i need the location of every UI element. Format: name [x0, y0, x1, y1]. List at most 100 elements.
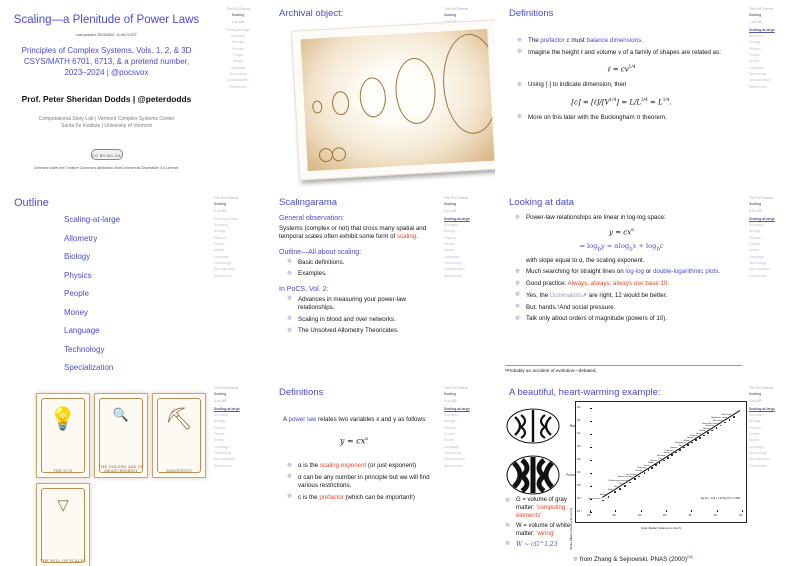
- nav-item-references[interactable]: References: [444, 463, 492, 469]
- emphasis-base-10: Always, always, always use base 10.: [568, 280, 669, 287]
- outline-item-biology[interactable]: Biology: [64, 252, 207, 261]
- nav-item-references[interactable]: References: [444, 273, 492, 279]
- nav-item-references[interactable]: References: [214, 84, 262, 90]
- brain-label-puma: Puma: [566, 473, 575, 477]
- card-caption: THE WILL OF SCALES: [37, 559, 89, 563]
- card-manifesto[interactable]: ⛏ MANIFESTO: [152, 393, 206, 478]
- chart-y-tick: 10²: [577, 458, 581, 461]
- term-power-law: power law: [289, 416, 317, 423]
- list-item: ❊But: hands.¹And social pressure.: [515, 304, 742, 312]
- slide-definitions-dimensions: The PoCSverse Scaling 7 of 183 Scaling-a…: [495, 0, 800, 189]
- bullet-list-main: ❊Power-law relationships are linear in l…: [515, 214, 742, 222]
- chart-x-tick: 10³: [663, 514, 667, 517]
- nav-item-references[interactable]: References: [749, 463, 797, 469]
- card-caption: THE SUN: [37, 469, 89, 473]
- list-item: ❊ Much searching for straight lines on l…: [515, 268, 742, 276]
- chart-point: [687, 444, 689, 446]
- chart-point: [614, 491, 616, 493]
- card-will-of-scales[interactable]: ▽ THE WILL OF SCALES: [36, 483, 90, 566]
- text-a: Good practice:: [526, 280, 568, 287]
- equation-white-gray: W ~ cG^1.23: [516, 541, 558, 548]
- deck-title: Scaling—a Plenitude of Power Laws: [6, 14, 207, 26]
- brain-outline-icon: [505, 407, 561, 445]
- card-golden-axe[interactable]: 🔍 THE GOLDEN AXE OF MEASUREMENT: [94, 393, 148, 478]
- slide-heading: Archival object:: [279, 8, 437, 19]
- chart-point-label: Pygmy shrew: [588, 498, 600, 500]
- bullet-icon: ❊: [515, 292, 520, 300]
- chart-point-label: Pig: [679, 445, 682, 447]
- slide-heading: A beautiful, heart-warming example:: [509, 387, 742, 398]
- list-item: ❊Examples.: [287, 270, 437, 278]
- outline-item-physics[interactable]: Physics: [64, 271, 207, 280]
- text-c: (which can be important!): [344, 494, 415, 501]
- chart-point: [691, 442, 693, 444]
- author-name: Prof. Peter Sheridan Dodds | @peterdodds: [6, 94, 207, 104]
- outline-item-money[interactable]: Money: [64, 308, 207, 317]
- outline-item-allometry[interactable]: Allometry: [64, 234, 207, 243]
- chart-y-tickmark: [590, 421, 592, 422]
- funnel-icon: ▽: [37, 498, 89, 513]
- link-dozenalists[interactable]: Dozenalists: [550, 292, 582, 299]
- bullet-icon: ❊: [287, 271, 292, 279]
- card-caption: THE GOLDEN AXE OF MEASUREMENT: [95, 465, 147, 473]
- chart-point-label: Baboon: [670, 447, 677, 449]
- chart-y-tick: 10⁻¹: [577, 497, 582, 500]
- chart-point-label: False killer whale: [702, 423, 718, 425]
- slide-looking-at-data: The PoCSverse Scaling 8 of 183 Scaling-a…: [495, 189, 800, 379]
- card-the-sun[interactable]: 💡 THE SUN: [36, 393, 90, 478]
- outline-item-scaling-at-large[interactable]: Scaling-at-large: [64, 215, 207, 224]
- chart-y-tick: 10⁻²: [577, 510, 582, 513]
- list-item: ❊ c is the prefactor (which can be impor…: [287, 494, 437, 502]
- list-item: ❊ G = volume of gray matter: 'computing …: [505, 497, 577, 521]
- bullet-icon: ❊: [505, 523, 510, 531]
- chart-x-tickmark: [742, 510, 743, 512]
- bullet-icon: ❊: [517, 114, 522, 122]
- nav-item-references[interactable]: References: [214, 463, 262, 469]
- lightbulb-icon: 💡: [37, 408, 89, 430]
- text-c: or: [644, 268, 653, 275]
- fit-annotation: log W = -1.23 + 1.23 log G R = 0.998: [701, 497, 740, 500]
- slide-archival-object: The PoCSverse Scaling 4 of 183 Scaling-a…: [265, 0, 495, 189]
- chart-point-label: Bat: [614, 486, 617, 488]
- chart-point: [724, 422, 726, 424]
- chart-point-label: Dolphin: [690, 435, 697, 437]
- outline-item-people[interactable]: People: [64, 289, 207, 298]
- text-c: (or just exponent): [366, 462, 416, 469]
- slide-heading: Looking at data: [509, 197, 742, 208]
- item-label: Talk only about orders of magnitude (pow…: [526, 315, 667, 322]
- outline-item-language[interactable]: Language: [64, 326, 207, 335]
- bullet-icon: ❊: [287, 494, 292, 502]
- item-label: The Unsolved Allometry Theoricides.: [298, 327, 399, 334]
- item-label: Scaling in blood and river networks.: [298, 316, 396, 323]
- text-c: are right, 12 would be better.: [587, 292, 667, 299]
- equation-height-volume: ℓ = cv1/4: [501, 64, 742, 73]
- chart-point-label: Galago: [635, 470, 642, 472]
- chart-point: [624, 485, 626, 487]
- chart-point: [675, 452, 677, 454]
- creative-commons-badge-icon[interactable]: CC BY-NC-SA: [91, 149, 123, 160]
- course-line-1: Principles of Complex Systems, Vols. 1, …: [6, 45, 207, 56]
- chart-x-tickmark: [717, 510, 718, 512]
- bullet-icon: ❊: [515, 304, 520, 312]
- list-item: ❊ Good practice: Always, always, always …: [515, 280, 742, 288]
- bullet-list-pocs: ❊Advances in measuring your power-law re…: [287, 296, 437, 336]
- outline-item-technology[interactable]: Technology: [64, 345, 207, 354]
- shovel-icon: ⛏: [153, 408, 205, 430]
- chart-y-tickmark: [590, 512, 592, 513]
- bullet-icon: ❊: [515, 215, 520, 223]
- last-updated: Last updated: 2023/08/22, 11:48:21 EDT: [6, 33, 207, 37]
- list-item: ❊ Yes, the Dozenalists↗ are right, 12 wo…: [515, 292, 742, 300]
- bullet-list-3: ❊ More on this later with the Buckingham…: [517, 114, 742, 122]
- scatter-chart: 10⁰10¹10²10³10⁴10⁵10⁶10⁻²10⁻¹10⁰10¹10²10…: [575, 401, 747, 523]
- list-item: ❊ α can be any number in principle but w…: [287, 474, 437, 491]
- outline-item-specialization[interactable]: Specialization: [64, 363, 207, 372]
- chart-point: [634, 478, 636, 480]
- nav-item-references[interactable]: References: [214, 273, 262, 279]
- nav-item-references[interactable]: References: [749, 84, 797, 90]
- chart-y-tick: 10³: [577, 445, 581, 448]
- chart-point-label: Human: [687, 437, 694, 439]
- chart-point: [716, 427, 718, 429]
- nav-sidebar-7: The PoCSverse Scaling 3 of 183 Scaling-a…: [214, 385, 262, 469]
- nav-item-references[interactable]: References: [749, 273, 797, 279]
- course-line-2: CSYS/MATH 6701, 6713, & a pretend number…: [6, 56, 207, 67]
